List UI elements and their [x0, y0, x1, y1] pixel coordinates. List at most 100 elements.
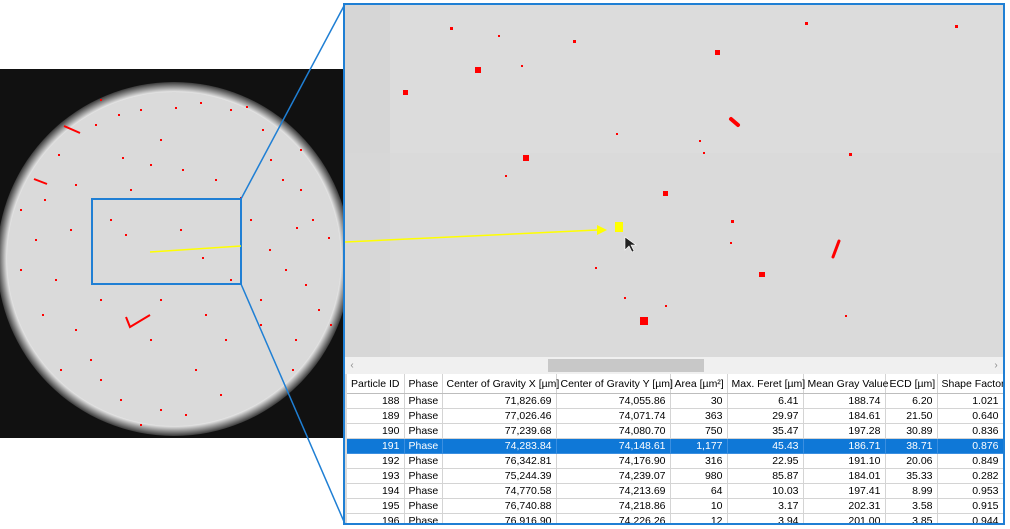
overview-particle [292, 369, 294, 371]
col-cog-y-cell: 74,239.07 [556, 468, 671, 484]
table-row[interactable]: 196 Phase 76,916.90 74,226.26 12 3.94 201.00 3.… [347, 513, 1003, 523]
col-max-feret-header[interactable]: Max. Feret [µm] [727, 374, 805, 394]
overview-image[interactable] [0, 69, 345, 438]
col-ecd-cell: 21.50 [885, 408, 938, 424]
overview-particle [44, 199, 46, 201]
col-area-cell: 30 [670, 393, 728, 409]
overview-particle [262, 129, 264, 131]
col-particle-id-cell: 190 [347, 423, 405, 439]
table-header-row: Particle ID Phase Center of Gravity X [µm]… [347, 374, 1003, 394]
overview-particle [250, 219, 252, 221]
overview-particle [215, 179, 217, 181]
col-particle-id-cell: 194 [347, 483, 405, 499]
zoom-particle [640, 317, 648, 325]
zoom-particle [849, 153, 852, 156]
table-row[interactable]: 194 Phase 74,770.58 74,213.69 64 10.03 197.41 8… [347, 483, 1003, 499]
col-shape-factor-cell: 0.944 [937, 513, 1003, 523]
col-max-feret-cell: 35.47 [727, 423, 804, 439]
zoom-particle [624, 297, 626, 299]
overview-particle [296, 227, 298, 229]
overview-particle [58, 154, 60, 156]
col-particle-id-header[interactable]: Particle ID [347, 374, 405, 394]
table-row[interactable]: 192 Phase 76,342.81 74,176.90 316 22.95 191.10… [347, 453, 1003, 469]
overview-particle [195, 369, 197, 371]
col-cog-x-cell: 76,916.90 [442, 513, 557, 523]
scroll-right-icon[interactable]: › [989, 357, 1003, 374]
col-particle-id-cell: 189 [347, 408, 405, 424]
zoom-particle [616, 133, 618, 135]
col-shape-factor-cell: 1.021 [937, 393, 1003, 409]
col-cog-x-cell: 77,239.68 [442, 423, 557, 439]
overview-particle [185, 414, 187, 416]
overview-particle [125, 234, 127, 236]
overview-particle [20, 269, 22, 271]
zoom-particle [521, 65, 523, 67]
zoom-particle [730, 242, 732, 244]
col-phase-header[interactable]: Phase [404, 374, 443, 394]
zoom-particle [450, 27, 453, 30]
col-ecd-cell: 35.33 [885, 468, 938, 484]
scrollbar-thumb[interactable] [548, 359, 704, 372]
col-cog-x-cell: 76,740.88 [442, 498, 557, 514]
overview-particle [300, 189, 302, 191]
overview-particle [70, 229, 72, 231]
overview-particle [318, 309, 320, 311]
col-cog-y-cell: 74,218.86 [556, 498, 671, 514]
overview-particle [205, 314, 207, 316]
col-particle-id-cell: 196 [347, 513, 405, 523]
overview-particle [55, 279, 57, 281]
col-cog-y-cell: 74,055.86 [556, 393, 671, 409]
overview-particle [35, 239, 37, 241]
col-cog-y-header[interactable]: Center of Gravity Y [µm] [556, 374, 673, 394]
col-particle-id-cell: 192 [347, 453, 405, 469]
col-particle-id-cell: 191 [347, 438, 405, 454]
overview-particle [230, 279, 232, 281]
col-phase-cell: Phase [404, 453, 443, 469]
table-row[interactable]: 189 Phase 77,026.46 74,071.74 363 29.97 184.61… [347, 408, 1003, 424]
col-mean-gray-cell: 202.31 [803, 498, 886, 514]
col-ecd-cell: 30.89 [885, 423, 938, 439]
col-area-cell: 12 [670, 513, 728, 523]
overview-particle [225, 339, 227, 341]
col-phase-cell: Phase [404, 498, 443, 514]
col-area-header[interactable]: Area [µm²] [670, 374, 728, 394]
col-cog-x-cell: 74,770.58 [442, 483, 557, 499]
overview-particle [60, 369, 62, 371]
horizontal-scrollbar[interactable]: ‹ › [345, 357, 1003, 374]
overview-particle [182, 169, 184, 171]
zoom-particle [573, 40, 576, 43]
table-row[interactable]: 195 Phase 76,740.88 74,218.86 10 3.17 202.31 3.… [347, 498, 1003, 514]
table-row[interactable]: 193 Phase 75,244.39 74,239.07 980 85.87 184.01… [347, 468, 1003, 484]
col-mean-gray-header[interactable]: Mean Gray Value [803, 374, 888, 394]
overview-particle [160, 139, 162, 141]
table-row[interactable]: 191 Phase 74,283.84 74,148.61 1,177 45.43 186.… [347, 438, 1003, 454]
table-row[interactable]: 190 Phase 77,239.68 74,080.70 750 35.47 197.28… [347, 423, 1003, 439]
overview-particle [220, 394, 222, 396]
col-mean-gray-cell: 188.74 [803, 393, 886, 409]
col-cog-x-cell: 76,342.81 [442, 453, 557, 469]
col-ecd-cell: 38.71 [885, 438, 938, 454]
col-shape-factor-header[interactable]: Shape Factor [937, 374, 1003, 394]
col-particle-id-cell: 193 [347, 468, 405, 484]
col-phase-cell: Phase [404, 483, 443, 499]
overview-particle [110, 219, 112, 221]
overview-particle [295, 339, 297, 341]
col-phase-cell: Phase [404, 438, 443, 454]
col-phase-cell: Phase [404, 468, 443, 484]
col-shape-factor-cell: 0.836 [937, 423, 1003, 439]
table-row[interactable]: 188 Phase 71,826.69 74,055.86 30 6.41 188.74 6.… [347, 393, 1003, 409]
col-mean-gray-cell: 191.10 [803, 453, 886, 469]
col-ecd-header[interactable]: ECD [µm] [885, 374, 938, 394]
col-ecd-cell: 20.06 [885, 453, 938, 469]
particle-table: Particle ID Phase Center of Gravity X [µm]… [347, 374, 1003, 523]
scroll-left-icon[interactable]: ‹ [345, 357, 359, 374]
col-cog-y-cell: 74,080.70 [556, 423, 671, 439]
col-mean-gray-cell: 201.00 [803, 513, 886, 523]
col-cog-x-header[interactable]: Center of Gravity X [µm] [442, 374, 559, 394]
col-cog-x-cell: 71,826.69 [442, 393, 557, 409]
col-cog-y-cell: 74,071.74 [556, 408, 671, 424]
col-phase-cell: Phase [404, 513, 443, 523]
col-max-feret-cell: 22.95 [727, 453, 804, 469]
overview-particle [75, 329, 77, 331]
zoom-image[interactable] [345, 5, 1003, 357]
